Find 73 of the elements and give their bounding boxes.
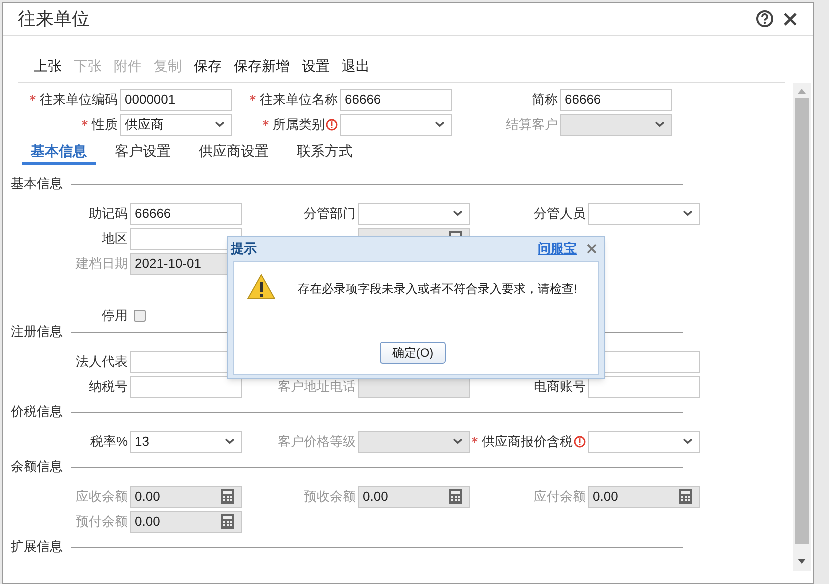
section-title: 扩展信息 (11, 538, 63, 556)
field-label: 应收余额 (76, 488, 128, 506)
scroll-up-icon[interactable] (798, 89, 806, 94)
field-label: 建档日期 (76, 254, 128, 273)
field-label: 地区 (102, 230, 128, 248)
section-title: 注册信息 (11, 323, 63, 342)
section-title: 基本信息 (11, 175, 63, 194)
chevron-down-icon (683, 210, 693, 217)
warning-icon (247, 274, 276, 300)
calculator-icon (221, 514, 235, 530)
field-label: 供应商报价含税 (482, 432, 573, 451)
field-label: 电商账号 (534, 378, 586, 396)
chevron-down-icon (225, 438, 235, 445)
field-label: 纳税号 (89, 378, 128, 396)
dropdown[interactable] (340, 114, 452, 136)
field-label: 预收余额 (304, 488, 356, 506)
field-label: 所属类别 (273, 116, 325, 134)
chevron-down-icon (453, 210, 463, 217)
chevron-down-icon (453, 438, 463, 445)
tab[interactable]: 基本信息 (22, 141, 96, 165)
field-label: 助记码 (89, 204, 128, 223)
field-label: 法人代表 (76, 352, 128, 371)
toolbar-button[interactable]: 退出 (342, 55, 370, 77)
checkbox[interactable] (134, 310, 146, 322)
scrollbar[interactable] (793, 83, 811, 571)
dropdown[interactable] (358, 202, 470, 224)
field-label: 分管人员 (534, 204, 586, 223)
dropdown[interactable]: 供应商 (120, 114, 232, 136)
toolbar-button[interactable]: 保存 (194, 55, 222, 77)
tab[interactable]: 客户设置 (106, 141, 180, 165)
field-label: 客户价格等级 (278, 432, 356, 451)
field-label: 往来单位名称 (260, 90, 338, 109)
chevron-down-icon (215, 121, 225, 128)
chevron-down-icon (435, 121, 445, 128)
alert-message: 存在必录项字段未录入或者不符合录入要求，请检查! (298, 281, 578, 298)
input-field[interactable] (588, 376, 700, 398)
field-label: 往来单位编码 (40, 90, 118, 109)
tab[interactable]: 联系方式 (288, 141, 362, 165)
field-label: 分管部门 (304, 204, 356, 223)
input-field[interactable] (130, 376, 242, 398)
input-field[interactable]: 0000001 (120, 88, 232, 110)
field-label: 税率% (90, 432, 128, 451)
calculator-icon (221, 488, 235, 504)
field-label: 应付余额 (534, 488, 586, 506)
scrollbar-thumb[interactable] (795, 98, 809, 544)
field-label: 预付余额 (76, 512, 128, 531)
toolbar-button[interactable]: 保存新增 (234, 55, 290, 77)
calculator-icon (679, 488, 693, 504)
section-title: 余额信息 (11, 458, 63, 476)
chevron-down-icon (683, 438, 693, 445)
close-icon[interactable] (783, 12, 798, 26)
dropdown[interactable] (588, 202, 700, 224)
input-field[interactable]: 66666 (340, 88, 452, 110)
input-field[interactable]: 66666 (130, 202, 242, 224)
tab[interactable]: 供应商设置 (190, 141, 278, 165)
field-label: 性质 (92, 116, 118, 134)
chevron-down-icon (655, 121, 665, 128)
scroll-down-icon[interactable] (798, 559, 806, 564)
dropdown[interactable]: 13 (130, 430, 242, 452)
dropdown[interactable] (588, 430, 700, 452)
input-field[interactable]: 66666 (560, 88, 672, 110)
help-icon[interactable] (756, 10, 774, 28)
window-title: 往来单位 (18, 8, 90, 30)
help-link[interactable]: 问服宝 (538, 239, 577, 259)
section-title: 价税信息 (11, 403, 63, 422)
field-label: 结算客户 (506, 116, 558, 134)
field-label: 客户地址电话 (278, 378, 356, 396)
ok-button[interactable]: 确定(O) (380, 342, 446, 364)
field-label: 简称 (532, 90, 558, 109)
field-label: 停用 (102, 306, 128, 325)
toolbar-button[interactable]: 设置 (302, 55, 330, 77)
toolbar-button[interactable]: 上张 (34, 55, 62, 77)
calculator-icon (449, 488, 463, 504)
